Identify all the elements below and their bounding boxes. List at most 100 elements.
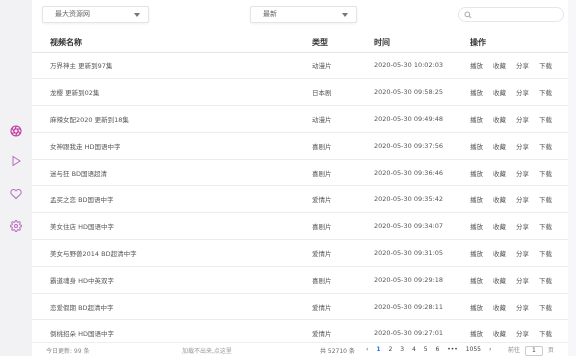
play-button[interactable]: 播放 <box>470 330 483 338</box>
play-button[interactable]: 播放 <box>470 277 483 285</box>
share-button[interactable]: 分享 <box>516 304 529 312</box>
download-button[interactable]: 下载 <box>539 196 552 204</box>
table-row[interactable]: 恋爱假期 BD超清中字 爱情片 2020-05-30 09:28:11 播放 收藏 分享 下… <box>32 293 568 321</box>
video-type: 爱情片 <box>312 239 374 267</box>
page-button[interactable]: 1 <box>376 346 380 353</box>
favorite-button[interactable]: 收藏 <box>493 330 506 338</box>
play-button[interactable]: 播放 <box>470 143 483 151</box>
download-button[interactable]: 下载 <box>539 304 552 312</box>
share-button[interactable]: 分享 <box>516 116 529 124</box>
download-button[interactable]: 下载 <box>539 116 552 124</box>
play-button[interactable]: 播放 <box>470 223 483 231</box>
table-row[interactable]: 美女住店 HD国语中字 喜剧片 2020-05-30 09:34:07 播放 收藏 分享 下… <box>32 212 568 241</box>
share-button[interactable]: 分享 <box>516 223 529 231</box>
page-button[interactable]: 6 <box>435 346 439 353</box>
page-button[interactable]: 5 <box>424 346 428 353</box>
play-button[interactable]: 播放 <box>470 170 483 178</box>
favorite-button[interactable]: 收藏 <box>493 116 506 124</box>
today-updates: 今日更新: 99 条 <box>46 348 90 355</box>
share-button[interactable]: 分享 <box>516 196 529 204</box>
play-button[interactable]: 播放 <box>470 116 483 124</box>
chevron-down-icon <box>134 13 140 17</box>
favorite-button[interactable]: 收藏 <box>493 143 506 151</box>
next-page-button[interactable]: › <box>489 346 491 353</box>
play-icon[interactable] <box>9 154 23 168</box>
page-button[interactable]: 2 <box>388 346 392 353</box>
video-name[interactable]: 麻辣女配2020 更新到18集 <box>32 105 312 133</box>
row-actions: 播放 收藏 分享 下载 <box>470 132 568 160</box>
favorite-button[interactable]: 收藏 <box>493 223 506 231</box>
favorite-button[interactable]: 收藏 <box>493 304 506 312</box>
video-name[interactable]: 美女与野兽2014 BD超清中字 <box>32 239 312 267</box>
scrollbar-track[interactable] <box>568 0 576 356</box>
table-row[interactable]: 霸道魂身 HD中英双字 喜剧片 2020-05-30 09:29:18 播放 收藏 分享 下… <box>32 266 568 294</box>
video-name[interactable]: 龙樱 更新到02集 <box>32 78 312 107</box>
download-button[interactable]: 下载 <box>539 89 552 97</box>
download-button[interactable]: 下载 <box>539 277 552 285</box>
share-button[interactable]: 分享 <box>516 330 529 338</box>
reload-hint-link[interactable]: 加载不出来,点这里 <box>182 346 232 355</box>
table-header: 视频名称 类型 时间 操作 <box>32 33 568 53</box>
table-row[interactable]: 美女与野兽2014 BD超清中字 爱情片 2020-05-30 09:31:05 播放… <box>32 239 568 267</box>
video-name[interactable]: 美女住店 HD国语中字 <box>32 212 312 241</box>
page-button[interactable]: 4 <box>412 346 416 353</box>
download-button[interactable]: 下载 <box>539 250 552 258</box>
share-button[interactable]: 分享 <box>516 250 529 258</box>
table-row[interactable]: 迷与狂 BD国语超清 喜剧片 2020-05-30 09:36:46 播放 收藏 分享 下载 <box>32 159 568 187</box>
settings-icon[interactable] <box>9 219 23 233</box>
play-button[interactable]: 播放 <box>470 89 483 97</box>
download-button[interactable]: 下载 <box>539 170 552 178</box>
header-time[interactable]: 时间 <box>374 33 470 53</box>
table-row[interactable]: 万界神主 更新到97集 动漫片 2020-05-30 10:02:03 播放 收藏 分享 下… <box>32 52 568 80</box>
share-button[interactable]: 分享 <box>516 89 529 97</box>
play-button[interactable]: 播放 <box>470 196 483 204</box>
search-box[interactable] <box>458 7 564 22</box>
video-time: 2020-05-30 09:58:25 <box>374 78 470 107</box>
video-name[interactable]: 迷与狂 BD国语超清 <box>32 159 312 187</box>
table-row[interactable]: 麻辣女配2020 更新到18集 动漫片 2020-05-30 09:49:48 播放 收… <box>32 105 568 133</box>
share-button[interactable]: 分享 <box>516 170 529 178</box>
favorite-button[interactable]: 收藏 <box>493 62 506 70</box>
header-type[interactable]: 类型 <box>312 33 374 53</box>
row-actions: 播放 收藏 分享 下载 <box>470 159 568 187</box>
favorite-button[interactable]: 收藏 <box>493 277 506 285</box>
video-name[interactable]: 霸道魂身 HD中英双字 <box>32 266 312 294</box>
video-name[interactable]: 恋爱假期 BD超清中字 <box>32 293 312 321</box>
goto-page-input[interactable]: 1 <box>524 345 543 356</box>
share-button[interactable]: 分享 <box>516 62 529 70</box>
table-row[interactable]: 女神跟我走 HD国语中字 喜剧片 2020-05-30 09:37:56 播放 收藏 分享… <box>32 132 568 160</box>
play-button[interactable]: 播放 <box>470 62 483 70</box>
table-row[interactable]: 龙樱 更新到02集 日本剧 2020-05-30 09:58:25 播放 收藏 分享 下载 <box>32 78 568 107</box>
video-time: 2020-05-30 09:31:05 <box>374 239 470 267</box>
more-pages-button[interactable]: ••• <box>447 346 458 353</box>
source-select-value: 最大资源网 <box>55 10 90 18</box>
video-name[interactable]: 万界神主 更新到97集 <box>32 52 312 80</box>
page-button[interactable]: 3 <box>400 346 404 353</box>
favorite-button[interactable]: 收藏 <box>493 196 506 204</box>
download-button[interactable]: 下载 <box>539 62 552 70</box>
prev-page-button[interactable]: ‹ <box>366 346 368 353</box>
source-select[interactable]: 最大资源网 <box>42 6 149 23</box>
aperture-icon[interactable] <box>9 124 23 138</box>
goto-page: 前往 1 页 <box>508 345 554 356</box>
video-name[interactable]: 孟买之恋 BD国语中字 <box>32 185 312 214</box>
heart-icon[interactable] <box>9 187 23 201</box>
favorite-button[interactable]: 收藏 <box>493 250 506 258</box>
share-button[interactable]: 分享 <box>516 143 529 151</box>
video-name[interactable]: 女神跟我走 HD国语中字 <box>32 132 312 160</box>
share-button[interactable]: 分享 <box>516 277 529 285</box>
page-button[interactable]: 1055 <box>466 346 481 353</box>
video-time: 2020-05-30 09:34:07 <box>374 212 470 241</box>
table-row[interactable]: 孟买之恋 BD国语中字 爱情片 2020-05-30 09:35:42 播放 收藏 分享 下… <box>32 185 568 214</box>
play-button[interactable]: 播放 <box>470 304 483 312</box>
header-name[interactable]: 视频名称 <box>32 33 312 53</box>
search-input[interactable] <box>475 9 559 20</box>
favorite-button[interactable]: 收藏 <box>493 170 506 178</box>
download-button[interactable]: 下载 <box>539 223 552 231</box>
play-button[interactable]: 播放 <box>470 250 483 258</box>
download-button[interactable]: 下载 <box>539 330 552 338</box>
download-button[interactable]: 下载 <box>539 143 552 151</box>
video-type: 日本剧 <box>312 78 374 107</box>
sort-select[interactable]: 最新 <box>250 6 357 23</box>
favorite-button[interactable]: 收藏 <box>493 89 506 97</box>
